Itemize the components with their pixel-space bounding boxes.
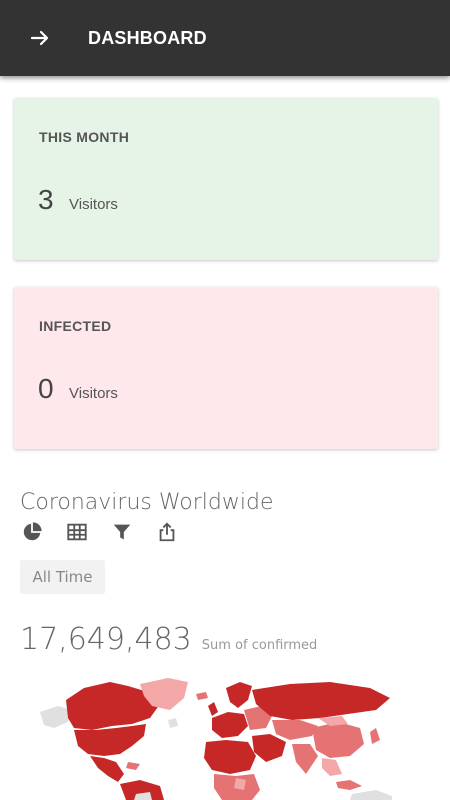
share-icon <box>159 522 175 542</box>
this-month-card[interactable]: THIS MONTH 3 Visitors <box>14 98 438 260</box>
back-button[interactable] <box>0 0 80 76</box>
infected-card[interactable]: INFECTED 0 Visitors <box>14 287 438 449</box>
map-region <box>252 682 390 720</box>
map-region <box>212 712 248 738</box>
table-icon <box>67 523 87 541</box>
filter-button[interactable] <box>110 520 134 544</box>
confirmed-total-caption: Sum of confirmed <box>201 638 318 653</box>
page-title: DASHBOARD <box>88 27 207 48</box>
map-region <box>252 734 286 762</box>
map-region <box>226 682 252 708</box>
map-region <box>322 758 342 776</box>
map-region <box>126 762 140 770</box>
share-button[interactable] <box>155 520 179 544</box>
card-label: THIS MONTH <box>39 129 130 145</box>
world-map[interactable] <box>0 670 450 800</box>
map-region <box>204 740 256 774</box>
map-region <box>370 728 380 744</box>
infected-unit: Visitors <box>69 385 118 402</box>
confirmed-total: 17,649,483 Sum of confirmed <box>20 622 317 657</box>
embed-toolbar <box>20 520 200 544</box>
time-filter-chip[interactable]: All Time <box>20 560 105 594</box>
map-region <box>90 756 124 782</box>
app-bar: DASHBOARD <box>0 0 450 76</box>
pie-chart-button[interactable] <box>20 520 44 544</box>
covid-embed: Coronavirus Worldwide All Time 17,649,48… <box>0 470 450 800</box>
arrow-right-icon <box>30 30 49 46</box>
map-region <box>350 790 392 800</box>
map-region <box>208 702 218 716</box>
map-region <box>196 692 208 700</box>
infected-count: 0 <box>38 373 54 404</box>
map-region <box>336 780 362 790</box>
confirmed-total-value: 17,649,483 <box>20 622 192 657</box>
visitor-count: 3 <box>38 184 54 215</box>
visitor-unit: Visitors <box>69 196 118 213</box>
map-region <box>168 718 178 728</box>
table-button[interactable] <box>65 520 89 544</box>
map-region <box>312 722 364 758</box>
embed-title: Coronavirus Worldwide <box>20 490 274 515</box>
map-region <box>234 778 246 790</box>
card-label: INFECTED <box>39 318 112 334</box>
map-region <box>272 720 318 740</box>
map-region <box>292 744 318 774</box>
filter-icon <box>113 524 131 540</box>
pie-chart-icon <box>23 522 42 541</box>
